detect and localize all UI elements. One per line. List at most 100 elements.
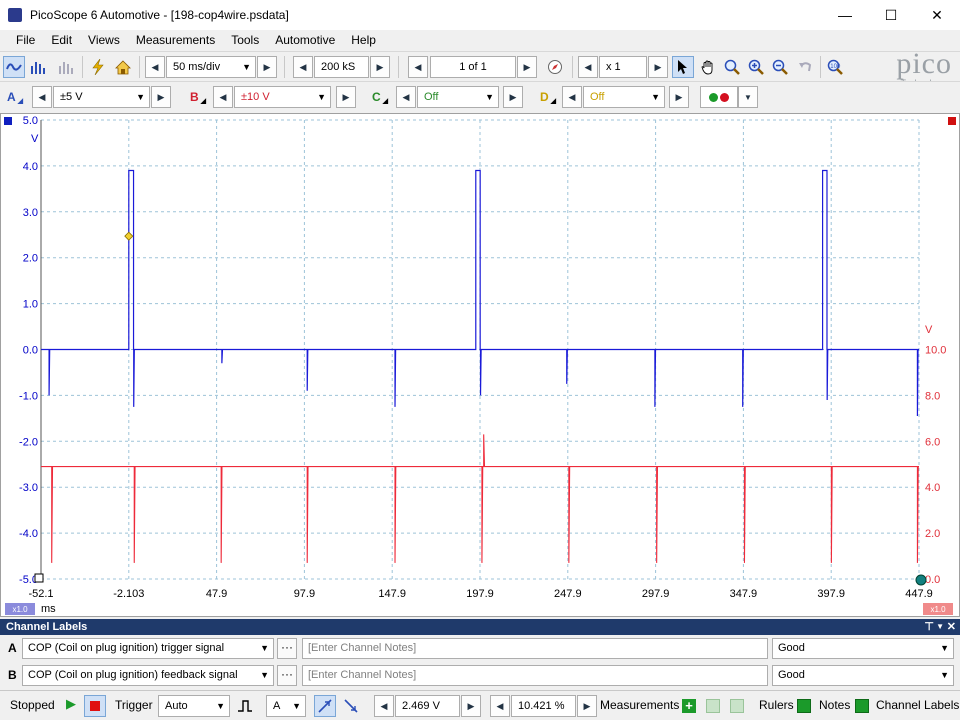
channel-a-range-select[interactable]: ±5 V ▼: [53, 86, 150, 108]
samples-select[interactable]: 200 kS: [314, 56, 369, 78]
trigger-edge-icon[interactable]: [234, 695, 256, 717]
delete-measurement-icon[interactable]: [730, 699, 744, 713]
samples-up-button[interactable]: ▶: [370, 56, 390, 78]
trigger-level-down-button[interactable]: ◀: [374, 695, 394, 717]
trigger-level-up-button[interactable]: ▶: [461, 695, 481, 717]
chevron-down-icon: ▼: [216, 701, 225, 711]
buffer-field[interactable]: 1 of 1: [430, 56, 516, 78]
pretrigger-field[interactable]: 10.421 %: [511, 695, 576, 717]
channel-c-label[interactable]: C ◢: [372, 86, 388, 108]
zoom-out-icon[interactable]: [769, 56, 791, 78]
channel-b-range-select[interactable]: ±10 V ▼: [234, 86, 331, 108]
pin-icon[interactable]: ⊤: [924, 619, 934, 635]
stop-button[interactable]: [84, 695, 106, 717]
chevron-down-icon[interactable]: ▼: [936, 619, 944, 635]
row-b-signal: COP (Coil on plug ignition) feedback sig…: [28, 669, 238, 681]
run-indicator[interactable]: [700, 86, 738, 108]
scope-graph[interactable]: 5.04.03.02.01.00.0-1.0-2.0-3.0-4.0-5.0V1…: [1, 114, 959, 616]
spectrum-mode-icon[interactable]: [27, 56, 49, 78]
menu-views[interactable]: Views: [88, 33, 120, 47]
home-icon[interactable]: [112, 56, 134, 78]
pretrigger-value: 10.421 %: [518, 700, 565, 712]
channel-b-letter: B: [190, 90, 199, 104]
row-a-signal-select[interactable]: COP (Coil on plug ignition) trigger sign…: [22, 638, 274, 659]
menu-edit[interactable]: Edit: [51, 33, 72, 47]
channel-c-range-down-button[interactable]: ◀: [396, 86, 416, 108]
maximize-button[interactable]: ☐: [868, 0, 914, 30]
zoom-in-icon[interactable]: [745, 56, 767, 78]
row-b-notes-field[interactable]: [Enter Channel Notes]: [302, 665, 768, 686]
y-tick-label-a: -3.0: [19, 482, 38, 494]
timebase-value: 50 ms/div: [173, 61, 221, 73]
persistence-mode-icon[interactable]: [55, 56, 77, 78]
row-b-browse-button[interactable]: ···: [277, 665, 297, 686]
zoom-up-button[interactable]: ▶: [648, 56, 668, 78]
pico-logo: pico Technology: [848, 49, 958, 89]
menu-measurements[interactable]: Measurements: [136, 33, 215, 47]
start-icon[interactable]: ▶: [66, 696, 76, 712]
pointer-icon[interactable]: [672, 56, 694, 78]
samples-down-button[interactable]: ◀: [293, 56, 313, 78]
main-toolbar: ◀ 50 ms/div ▼ ▶ ◀ 200 kS ▶ ◀ 1 of 1 ▶ ◀ x…: [0, 49, 960, 89]
notes-icon[interactable]: [855, 699, 869, 713]
zoom-area-icon[interactable]: [721, 56, 743, 78]
row-b-signal-select[interactable]: COP (Coil on plug ignition) feedback sig…: [22, 665, 274, 686]
menu-file[interactable]: File: [16, 33, 35, 47]
minimize-button[interactable]: —: [822, 0, 868, 30]
row-a-browse-button[interactable]: ···: [277, 638, 297, 659]
channel-c-range-up-button[interactable]: ▶: [503, 86, 523, 108]
close-button[interactable]: ✕: [914, 0, 960, 30]
rising-edge-icon[interactable]: [314, 695, 336, 717]
hand-icon[interactable]: [697, 56, 719, 78]
channel-a-range-down-button[interactable]: ◀: [32, 86, 52, 108]
channel-d-range-select[interactable]: Off ▼: [583, 86, 665, 108]
y-tick-label-b: 0.0: [925, 574, 940, 586]
channel-c-letter: C: [372, 90, 381, 104]
row-a-notes-field[interactable]: [Enter Channel Notes]: [302, 638, 768, 659]
menu-help[interactable]: Help: [351, 33, 376, 47]
notes-label: Notes: [819, 698, 851, 712]
buffer-prev-button[interactable]: ◀: [408, 56, 428, 78]
channel-c-range-select[interactable]: Off ▼: [417, 86, 499, 108]
run-indicator-dropdown[interactable]: ▼: [738, 86, 758, 108]
pretrigger-down-button[interactable]: ◀: [490, 695, 510, 717]
channel-b-marker: [948, 117, 956, 125]
channel-a-label[interactable]: A ◢: [7, 86, 23, 108]
add-measurement-icon[interactable]: +: [682, 699, 696, 713]
zoom-down-button[interactable]: ◀: [578, 56, 598, 78]
channel-b-range-down-button[interactable]: ◀: [213, 86, 233, 108]
rulers-icon[interactable]: [797, 699, 811, 713]
trigger-level-field[interactable]: 2.469 V: [395, 695, 460, 717]
samples-value: 200 kS: [321, 61, 356, 73]
chevron-down-icon: ▼: [260, 643, 269, 653]
scope-mode-icon[interactable]: [3, 56, 25, 78]
zoom-field[interactable]: x 1: [599, 56, 647, 78]
x-tick-label: 447.9: [905, 588, 933, 600]
timebase-up-button[interactable]: ▶: [257, 56, 277, 78]
zoom-fit-icon[interactable]: 100: [824, 56, 846, 78]
close-icon[interactable]: ✕: [947, 619, 956, 635]
menu-tools[interactable]: Tools: [231, 33, 259, 47]
edit-measurement-icon[interactable]: [706, 699, 720, 713]
falling-edge-icon[interactable]: [340, 695, 362, 717]
undo-zoom-icon[interactable]: [794, 56, 816, 78]
row-a-quality-select[interactable]: Good ▼: [772, 638, 954, 659]
channel-b-range-up-button[interactable]: ▶: [336, 86, 356, 108]
row-b-quality-select[interactable]: Good ▼: [772, 665, 954, 686]
pretrigger-up-button[interactable]: ▶: [577, 695, 597, 717]
trigger-mode-select[interactable]: Auto ▼: [158, 695, 230, 717]
channel-d-range-up-button[interactable]: ▶: [669, 86, 689, 108]
channel-d-label[interactable]: D ◢: [540, 86, 556, 108]
trigger-channel-select[interactable]: A ▼: [266, 695, 306, 717]
buffer-next-button[interactable]: ▶: [517, 56, 537, 78]
timebase-down-button[interactable]: ◀: [145, 56, 165, 78]
channel-b-label[interactable]: B ◢: [190, 86, 206, 108]
x-tick-label: 247.9: [554, 588, 582, 600]
compass-icon[interactable]: [544, 56, 566, 78]
menu-automotive[interactable]: Automotive: [275, 33, 335, 47]
scope-view[interactable]: 5.0 4.0 3.0 2.0 1.0 0.0 -1.0 -2.0 -3.0 -4.0 -5.0 V 1…: [0, 113, 960, 617]
channel-a-range-up-button[interactable]: ▶: [151, 86, 171, 108]
channel-d-range-down-button[interactable]: ◀: [562, 86, 582, 108]
timebase-select[interactable]: 50 ms/div ▼: [166, 56, 256, 78]
auto-setup-icon[interactable]: [87, 56, 109, 78]
